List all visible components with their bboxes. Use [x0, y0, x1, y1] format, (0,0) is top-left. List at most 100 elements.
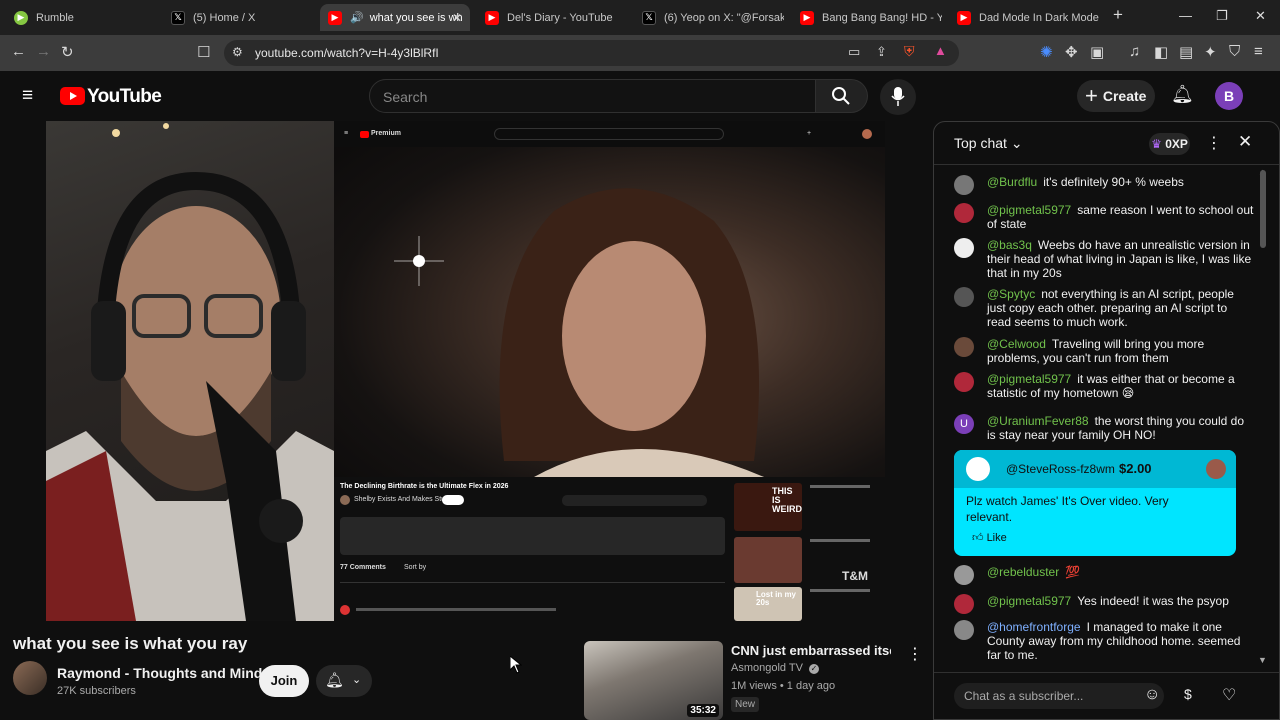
chat-avatar: [954, 238, 974, 258]
brave-shield-icon[interactable]: ⛨: [904, 43, 915, 60]
join-button[interactable]: Join: [259, 665, 309, 697]
chat-message: @Burdflu it's definitely 90+ % weebs: [954, 175, 1254, 195]
inner-thumb-2: [734, 537, 802, 583]
channel-watermark: T&M: [842, 569, 868, 583]
brave-rewards-icon[interactable]: ▲: [934, 43, 947, 58]
channel-avatar[interactable]: [13, 661, 47, 695]
address-bar[interactable]: ⚙ youtube.com/watch?v=H-4y3lBlRfI ▭ ⇪ ⛨ …: [224, 40, 959, 66]
superchat-like-button[interactable]: 👍︎ Like: [972, 531, 1007, 544]
chat-author[interactable]: @pigmetal5977: [987, 594, 1071, 608]
vpn-shield-icon[interactable]: ⛉: [1229, 43, 1240, 60]
chat-more-icon[interactable]: ⋮: [1206, 133, 1222, 153]
wallet-icon[interactable]: ▣: [1090, 43, 1104, 61]
recommended-video-channel[interactable]: Asmongold TV ✓: [731, 662, 820, 674]
cast-icon[interactable]: ▭: [848, 44, 860, 60]
xp-badge[interactable]: ♛ 0XP: [1149, 133, 1190, 155]
media-icon[interactable]: ♫: [1129, 43, 1140, 60]
subscription-bell-button[interactable]: 🔔︎ ⌄: [316, 665, 372, 697]
plus-icon: +: [1085, 83, 1098, 108]
inner-channel-avatar: [340, 495, 350, 505]
chat-author[interactable]: @Celwood: [987, 337, 1046, 351]
tab-dels-diary[interactable]: ▶ Del's Diary - YouTube: [477, 4, 627, 31]
tab-active-video[interactable]: ▶ 🔊 what you see is wh ✕: [320, 4, 470, 31]
forward-icon[interactable]: →: [36, 43, 51, 60]
emoji-icon[interactable]: ☺: [1144, 686, 1160, 704]
chat-avatar: [954, 594, 974, 614]
sidebar-icon[interactable]: ◧: [1154, 43, 1168, 61]
site-info-icon[interactable]: ⚙: [232, 45, 243, 59]
minimize-icon[interactable]: —: [1179, 8, 1192, 23]
recommended-video-title[interactable]: CNN just embarrassed itself..: [731, 643, 891, 658]
tab-label: Rumble: [36, 11, 74, 24]
extension-vpn-icon[interactable]: ✺: [1040, 43, 1053, 61]
bookmark-icon[interactable]: ☐: [197, 43, 210, 61]
chat-author[interactable]: @rebelduster: [987, 565, 1059, 579]
create-button[interactable]: + Create: [1077, 80, 1155, 112]
back-icon[interactable]: ←: [11, 43, 26, 60]
recommended-channel-name: Asmongold TV: [731, 662, 803, 674]
super-chat-icon[interactable]: $: [1184, 686, 1192, 702]
video-player[interactable]: ≡ Premium + The Declining Birthrate is t…: [46, 121, 885, 621]
new-tab-icon[interactable]: +: [1113, 5, 1123, 25]
youtube-logo-text[interactable]: YouTube: [87, 86, 162, 108]
tab-rumble[interactable]: ▶ Rumble: [6, 4, 156, 31]
chat-message: @bas3q Weebs do have an unrealistic versi…: [954, 238, 1254, 280]
video-title: what you see is what you ray: [13, 634, 248, 653]
chat-message: @Celwood Traveling will bring you more pr…: [954, 337, 1254, 365]
chat-author[interactable]: @Spytyc: [987, 287, 1035, 301]
chat-input-row: Chat as a subscriber... ☺ $ ♡: [934, 672, 1279, 719]
heart-icon[interactable]: ♡: [1222, 685, 1236, 705]
inner-rec-title-2: [810, 539, 870, 542]
youtube-icon: ▶: [485, 10, 499, 25]
superchat-author[interactable]: @SteveRoss-fz8wm: [1006, 462, 1115, 476]
restore-icon[interactable]: ❐: [1216, 8, 1228, 24]
tab-label: (5) Home / X: [193, 11, 256, 24]
chat-message: @homefrontforge I managed to make it one …: [954, 620, 1254, 662]
share-icon[interactable]: ⇪: [876, 44, 887, 60]
chat-text: it's definitely 90+ % weebs: [1043, 175, 1184, 189]
chat-author[interactable]: @UraniumFever88: [987, 414, 1089, 428]
reload-icon[interactable]: ↻: [61, 43, 74, 61]
chat-author[interactable]: @pigmetal5977: [987, 203, 1071, 217]
wallet-alt-icon[interactable]: ▤: [1179, 43, 1193, 61]
chat-input[interactable]: Chat as a subscriber...: [954, 683, 1164, 709]
chat-scrollbar[interactable]: [1260, 170, 1266, 248]
close-window-icon[interactable]: ✕: [1255, 8, 1266, 24]
more-actions-icon[interactable]: ⋮: [907, 644, 923, 664]
youtube-logo-icon[interactable]: [60, 87, 85, 105]
leo-ai-icon[interactable]: ✦: [1204, 43, 1217, 61]
search-input[interactable]: Search: [369, 79, 816, 113]
extensions-icon[interactable]: ✥: [1065, 43, 1078, 61]
woman-figure: [394, 188, 764, 477]
recommended-video-thumbnail[interactable]: 35:32: [584, 641, 723, 720]
channel-name[interactable]: Raymond - Thoughts and Mind: [57, 665, 262, 681]
scroll-down-icon[interactable]: ▼: [1258, 655, 1267, 665]
tab-label: what you see is wh: [369, 11, 463, 24]
superchat-avatar: [966, 457, 990, 481]
new-badge: New: [731, 697, 760, 712]
search-button[interactable]: [816, 79, 868, 113]
chat-author[interactable]: @pigmetal5977: [987, 372, 1071, 386]
menu-icon[interactable]: ≡: [1254, 43, 1263, 60]
chat-mode-dropdown[interactable]: Top chat ⌄: [954, 135, 1023, 152]
inner-video-title: The Declining Birthrate is the Ultimate …: [340, 483, 509, 490]
chat-message: U @UraniumFever88 the worst thing you cou…: [954, 414, 1254, 442]
chat-author[interactable]: @bas3q: [987, 238, 1032, 252]
tab-x-home[interactable]: 𝕏 (5) Home / X: [163, 4, 313, 31]
hamburger-menu-icon[interactable]: ≡: [22, 85, 33, 107]
chat-avatar: [954, 565, 974, 585]
chat-avatar: [954, 620, 974, 640]
tab-dad-mode[interactable]: ▶ Dad Mode In Dark Mode: [949, 4, 1099, 31]
chat-author[interactable]: @Burdflu: [987, 175, 1037, 189]
tab-bang-bang[interactable]: ▶ Bang Bang Bang! HD - Yo: [792, 4, 942, 31]
chat-author[interactable]: @homefrontforge: [987, 620, 1081, 634]
tab-x-yeop[interactable]: 𝕏 (6) Yeop on X: "@Forsaken: [634, 4, 784, 31]
x-icon: 𝕏: [642, 10, 656, 25]
tab-label: Del's Diary - YouTube: [507, 11, 613, 24]
voice-search-button[interactable]: [880, 79, 916, 115]
inner-action-row: [562, 495, 707, 506]
close-tab-icon[interactable]: ✕: [452, 11, 462, 25]
account-avatar[interactable]: B: [1215, 82, 1243, 110]
close-chat-icon[interactable]: ✕: [1238, 132, 1252, 152]
notifications-bell-icon[interactable]: 🔔︎: [1171, 84, 1194, 105]
